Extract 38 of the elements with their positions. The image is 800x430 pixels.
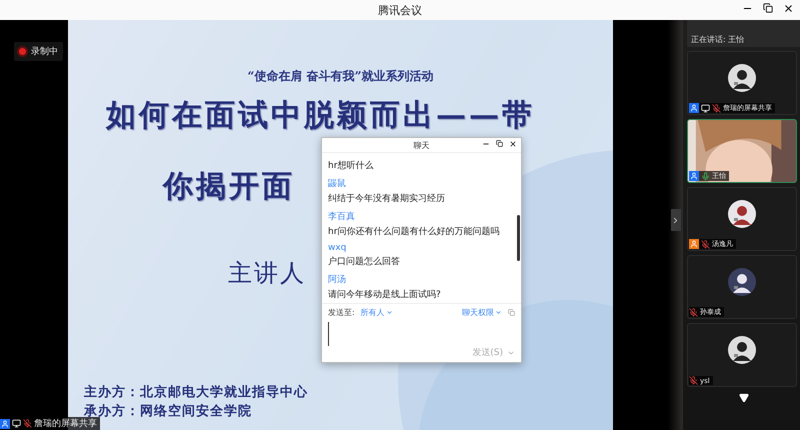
chat-message: hr问你还有什么问题有什么好的万能问题吗 [328,226,500,238]
sender-name: wxq [328,243,348,254]
window-title: 腾讯会议 [378,2,422,18]
popout-icon[interactable] [508,309,515,316]
recording-label: 录制中 [31,46,58,58]
caret-icon [386,309,393,316]
sender-name: 李百真 [328,210,356,224]
sender-name: 鼹鼠 [328,178,347,190]
slide-title: 你揭开面 [163,168,295,206]
recipient-dropdown[interactable]: 所有人 [360,307,393,318]
chevron-right-icon [671,216,680,224]
collapse-button[interactable] [670,209,680,231]
permissions-dropdown[interactable]: 聊天权限 [462,307,502,318]
slide-subtitle: “使命在肩 奋斗有我”就业系列活动 [248,68,434,85]
record-dot-icon [19,48,26,55]
close-icon[interactable] [783,3,794,14]
send-to-label: 发送至: [328,307,355,318]
slide-title: 如何在面试中脱颖而出——带 [106,97,535,135]
share-name: 詹瑞的屏幕共享 [34,418,97,430]
close-icon[interactable] [509,140,517,148]
sender-name: 阿汤 [328,274,347,286]
user-icon [0,418,10,428]
mic-muted-icon [23,419,32,428]
chat-message: 纠结于今年没有暑期实习经历 [328,192,446,206]
speaking-indicator: 正在讲话: 王怡 [687,20,800,47]
organizer-text: 主办方：北京邮电大学就业指导中心 [84,384,309,401]
chat-title: 聊天 [414,140,430,151]
speaker-label: 主讲人 [228,258,306,289]
chat-message: 请问今年移动是线上面试吗? [328,288,442,302]
screen-icon [12,419,21,428]
restore-icon[interactable] [763,3,773,13]
maximize-icon[interactable] [496,140,503,147]
chat-message: hr想听什么 [328,160,374,172]
scrollbar[interactable] [517,215,520,262]
more-arrow-icon[interactable] [738,393,748,403]
caret-icon [495,309,502,316]
chat-message: 户口问题怎么回答 [328,256,401,268]
organizer-text: 承办方：网络空间安全学院 [84,402,253,419]
